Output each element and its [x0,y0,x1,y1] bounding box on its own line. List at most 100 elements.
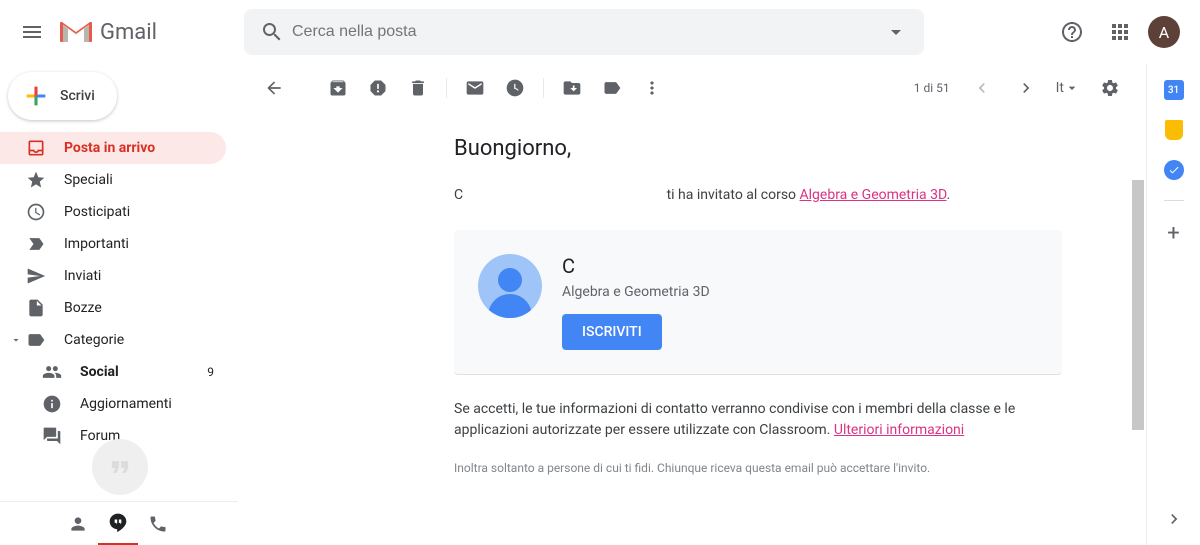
hangouts-tab[interactable] [98,502,138,545]
label-icon [602,78,622,98]
search-bar[interactable] [244,9,924,55]
previous-button[interactable] [962,68,1002,108]
search-options-button[interactable] [876,12,916,52]
quote-icon [106,453,134,481]
search-button[interactable] [252,12,292,52]
side-panel-divider [1164,200,1184,201]
body: Scrivi Posta in arrivo Speciali Posticip… [0,64,1200,545]
gmail-logo-icon [60,20,92,44]
logo-area[interactable]: Gmail [56,20,236,45]
mark-unread-button[interactable] [455,68,495,108]
sidebar-item-inbox[interactable]: Posta in arrivo [0,132,226,164]
email-body[interactable]: Buongiorno, C ti ha invitato al corso Al… [238,112,1146,545]
star-icon [26,170,46,190]
get-addons-button[interactable]: + [1167,221,1179,246]
sidebar-item-sent[interactable]: Inviati [0,260,226,292]
invite-text-mid: ti ha invitato al corso [663,187,799,203]
phone-tab[interactable] [138,502,178,545]
caret-down-icon [884,20,908,44]
inviter-name: C [562,254,710,278]
sender-initial: C [454,187,463,203]
delete-button[interactable] [398,68,438,108]
footnote-text: Inoltra soltanto a persone di cui ti fid… [454,461,1062,475]
clock-icon [26,202,46,222]
main-menu-button[interactable] [8,8,56,56]
snooze-button[interactable] [495,68,535,108]
archive-button[interactable] [318,68,358,108]
sidebar-item-label: Aggiornamenti [80,396,214,412]
report-spam-icon [368,78,388,98]
sidebar-footer-tabs [0,501,238,545]
support-button[interactable] [1052,12,1092,52]
input-tools-button[interactable]: It [1050,80,1086,96]
labels-button[interactable] [592,68,632,108]
caret-down-icon [8,334,24,346]
search-input[interactable] [292,23,876,41]
sidebar-item-label: Posticipati [64,204,214,220]
header-right: A [1052,12,1192,52]
toolbar-divider [446,78,447,98]
enroll-button[interactable]: ISCRIVITI [562,314,662,350]
more-button[interactable] [632,68,672,108]
main-content: 1 di 51 It Buongiorno, C ti ha invitato … [238,64,1146,545]
contacts-tab[interactable] [58,502,98,545]
invite-info: C Algebra e Geometria 3D ISCRIVITI [562,254,710,350]
sidebar-item-important[interactable]: Importanti [0,228,226,260]
clock-icon [505,78,525,98]
message-toolbar: 1 di 51 It [238,64,1146,112]
keep-addon[interactable] [1164,120,1184,140]
apps-button[interactable] [1100,12,1140,52]
disclaimer-text: Se accetti, le tue informazioni di conta… [454,399,1062,441]
sidebar: Scrivi Posta in arrivo Speciali Posticip… [0,64,238,545]
forum-icon [42,426,62,446]
back-button[interactable] [254,68,294,108]
next-button[interactable] [1006,68,1046,108]
calendar-addon[interactable]: 31 [1164,80,1184,100]
input-tools-label: It [1056,80,1064,96]
label-icon [26,330,46,350]
sidebar-item-label: Speciali [64,172,214,188]
info-icon [42,394,62,414]
email-subject: Buongiorno, [454,136,1062,161]
sidebar-item-snoozed[interactable]: Posticipati [0,196,226,228]
collapse-side-panel-button[interactable] [1156,501,1192,537]
sidebar-category-social[interactable]: Social 9 [0,356,226,388]
archive-icon [328,78,348,98]
caret-down-icon [1064,80,1080,96]
sidebar-item-starred[interactable]: Speciali [0,164,226,196]
course-link[interactable]: Algebra e Geometria 3D [800,187,947,203]
sidebar-item-label: Categorie [64,332,226,348]
pagination-label: 1 di 51 [914,81,950,95]
toolbar-divider [543,78,544,98]
chevron-right-icon [1164,509,1184,529]
tasks-addon[interactable] [1164,160,1184,180]
move-to-button[interactable] [552,68,592,108]
spam-button[interactable] [358,68,398,108]
person-icon [68,514,88,534]
search-icon [260,20,284,44]
sidebar-item-drafts[interactable]: Bozze [0,292,226,324]
course-name: Algebra e Geometria 3D [562,284,710,300]
more-info-link[interactable]: Ulteriori informazioni [834,422,964,438]
sidebar-item-label: Importanti [64,236,214,252]
compose-button[interactable]: Scrivi [8,72,117,120]
arrow-back-icon [264,78,284,98]
phone-icon [148,514,168,534]
tasks-icon [1164,160,1184,180]
delete-icon [408,78,428,98]
inviter-avatar [478,254,542,318]
sidebar-item-count: 9 [207,365,214,379]
scrollbar[interactable] [1132,180,1144,430]
compose-plus-icon [20,80,52,112]
sidebar-item-categories[interactable]: Categorie [0,324,238,356]
compose-label: Scrivi [60,88,95,104]
sidebar-item-label: Social [80,364,207,380]
draft-icon [26,298,46,318]
period: . [946,187,950,203]
account-avatar[interactable]: A [1148,16,1180,48]
keep-icon [1165,120,1183,140]
apps-grid-icon [1108,20,1132,44]
settings-button[interactable] [1090,68,1130,108]
hamburger-icon [20,20,44,44]
sidebar-category-updates[interactable]: Aggiornamenti [0,388,226,420]
